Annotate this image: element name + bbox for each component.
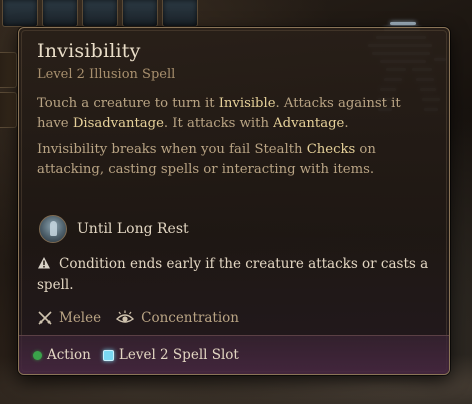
keyword-invisible[interactable]: Invisible	[219, 96, 276, 111]
keyword-checks[interactable]: Checks	[307, 142, 356, 157]
hotbar-slot[interactable]	[162, 0, 198, 27]
spell-subtitle: Level 2 Illusion Spell	[37, 67, 176, 82]
warning-icon	[38, 257, 50, 269]
description-paragraph-2: Invisibility breaks when you fail Stealt…	[37, 140, 435, 180]
description-text: . It attacks with	[163, 116, 274, 131]
cost-label: Action	[47, 347, 91, 363]
concentration-eye-icon	[116, 310, 135, 323]
game-scene: Invisibility Level 2 Illusion Spell Touc…	[0, 0, 472, 404]
spell-tooltip: Invisibility Level 2 Illusion Spell Touc…	[18, 27, 450, 375]
duration-row: Until Long Rest	[39, 215, 189, 243]
description-text: .	[344, 116, 349, 131]
hotbar-slot[interactable]	[2, 0, 38, 27]
property-concentration: Concentration	[115, 310, 239, 326]
side-slot[interactable]	[0, 92, 17, 128]
hotbar-strip	[0, 0, 217, 28]
hotbar-slot[interactable]	[122, 0, 158, 27]
hotbar-slot[interactable]	[42, 0, 78, 27]
action-dot-icon	[33, 350, 42, 360]
description-text: Touch a creature to turn it	[37, 96, 219, 111]
cost-action: Action	[33, 347, 91, 363]
spell-cost-bar: Action Level 2 Spell Slot	[19, 335, 449, 374]
cost-spell-slot: Level 2 Spell Slot	[102, 347, 239, 363]
condition-note: Condition ends early if the creature att…	[37, 254, 435, 296]
property-label: Melee	[59, 310, 102, 326]
property-melee: Melee	[37, 310, 101, 326]
hotbar-slot[interactable]	[82, 0, 118, 27]
spell-slot-gem-icon	[102, 349, 114, 361]
cost-label: Level 2 Spell Slot	[118, 347, 239, 363]
spell-description: Touch a creature to turn it Invisible. A…	[37, 94, 435, 180]
keyword-disadvantage[interactable]: Disadvantage	[73, 116, 164, 131]
description-text: Invisibility breaks when you fail Stealt…	[37, 142, 307, 157]
spell-properties: Melee Concentration	[37, 310, 239, 326]
description-paragraph-1: Touch a creature to turn it Invisible. A…	[37, 94, 435, 134]
keyword-advantage[interactable]: Advantage	[273, 116, 344, 131]
crossed-swords-icon	[38, 311, 52, 325]
spell-title: Invisibility	[37, 40, 141, 62]
condition-text: Condition ends early if the creature att…	[37, 256, 429, 293]
invisible-figure-icon	[39, 215, 67, 243]
duration-label: Until Long Rest	[77, 221, 189, 237]
property-label: Concentration	[141, 310, 239, 326]
side-slot[interactable]	[0, 52, 17, 88]
